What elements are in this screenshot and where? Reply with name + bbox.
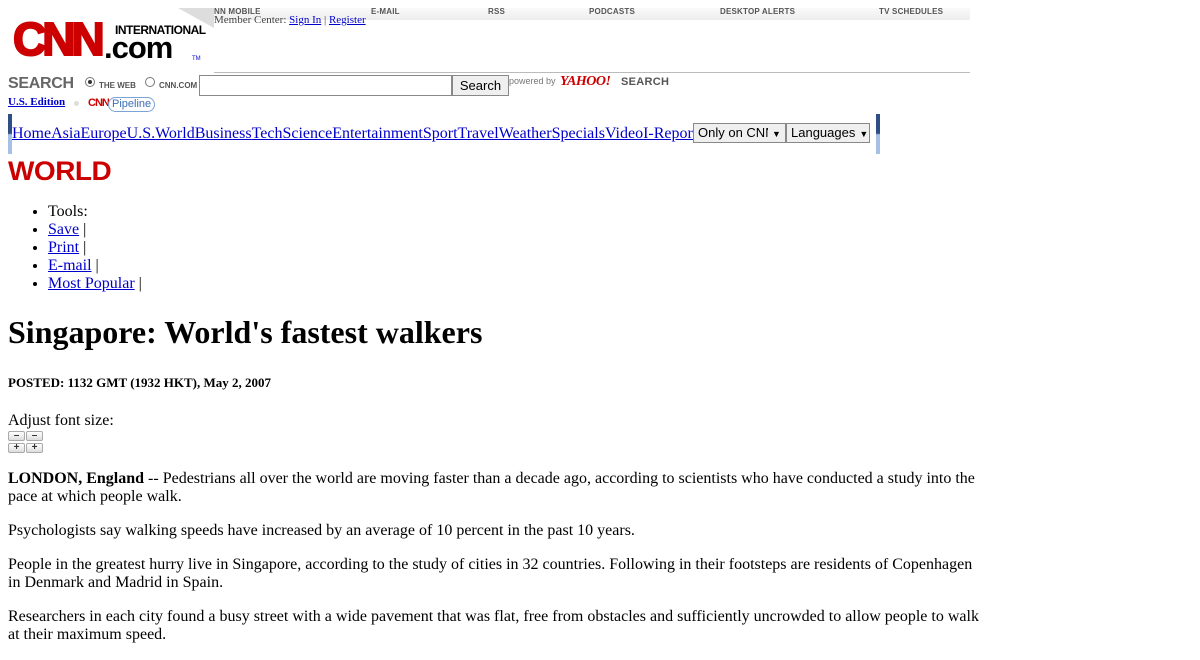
search-input[interactable] <box>199 75 452 96</box>
logo-cnn-wordmark: CNN <box>12 13 106 65</box>
article-paragraph: Psychologists say walking speeds have in… <box>8 522 635 539</box>
nav-links: HomeAsiaEuropeU.S.WorldBusinessTechScien… <box>12 125 704 143</box>
article-paragraph: People in the greatest hurry live in Sin… <box>8 556 973 591</box>
languages-select[interactable]: Languages ▼ <box>786 123 870 143</box>
pipeline-label: Pipeline <box>108 97 156 112</box>
header-corner-decoration <box>178 8 214 28</box>
font-increase-small-button[interactable]: + <box>26 443 43 453</box>
only-on-cnn-select[interactable]: Only on CNN ▼ <box>693 123 786 143</box>
powered-by-text: powered by <box>509 76 556 86</box>
logo-trademark: TM <box>192 56 201 62</box>
article-dateline: LONDON, England <box>8 470 145 487</box>
header-divider <box>214 72 970 73</box>
posted-timestamp: POSTED: 1132 GMT (1932 HKT), May 2, 2007 <box>8 375 272 390</box>
section-title: WORLD <box>8 156 112 186</box>
tools-item: E-mail | <box>48 257 142 275</box>
utility-link-desktop-alerts[interactable]: DESKTOP ALERTS <box>720 7 795 16</box>
save-link[interactable]: Save <box>48 221 79 238</box>
search-bar: SEARCH THE WEB CNN.COM Search powered by… <box>8 74 708 96</box>
tools-item: Save | <box>48 221 142 239</box>
utility-link-rss[interactable]: RSS <box>488 7 505 16</box>
tools-separator: | <box>83 239 87 256</box>
nav-right-cap <box>876 114 880 154</box>
tools-label-item: Tools: <box>48 203 142 221</box>
print-link[interactable]: Print <box>48 239 79 256</box>
nav-asia[interactable]: Asia <box>51 125 80 142</box>
search-label: SEARCH <box>8 75 74 92</box>
minus-icon: – <box>31 430 38 441</box>
chevron-down-icon: ▼ <box>859 129 869 139</box>
tools-separator: | <box>83 221 87 238</box>
nav-entertainment[interactable]: Entertainment <box>332 125 423 142</box>
languages-label: Languages <box>791 125 856 140</box>
email-link[interactable]: E-mail <box>48 257 92 274</box>
search-web-radio[interactable] <box>85 77 95 87</box>
utility-link-podcasts[interactable]: PODCASTS <box>589 7 635 16</box>
article-paragraph: Researchers in each city found a busy st… <box>8 608 979 643</box>
us-edition-link[interactable]: U.S. Edition <box>8 96 65 108</box>
nav-home[interactable]: Home <box>12 125 51 142</box>
nav-world[interactable]: World <box>155 125 195 142</box>
tools-label: Tools: <box>48 203 88 220</box>
nav-science[interactable]: Science <box>282 125 332 142</box>
site-header: CNN MOBILE E-MAIL RSS PODCASTS DESKTOP A… <box>8 7 970 73</box>
yahoo-logo: YAHOO! <box>560 74 611 89</box>
utility-link-email[interactable]: E-MAIL <box>371 7 400 16</box>
tools-item: Print | <box>48 239 142 257</box>
nav-europe[interactable]: Europe <box>80 125 126 142</box>
tools-separator: | <box>138 275 142 292</box>
sign-in-link[interactable]: Sign In <box>289 14 321 26</box>
member-center-label: Member Center: <box>214 14 287 26</box>
utility-link-tv-schedules[interactable]: TV SCHEDULES <box>879 7 943 16</box>
search-cnn-label: CNN.COM <box>159 81 198 90</box>
article-headline: Singapore: World's fastest walkers <box>8 314 483 350</box>
font-decrease-small-button[interactable]: – <box>8 431 25 441</box>
nav-us[interactable]: U.S. <box>127 125 155 142</box>
only-on-cnn-label: Only on CNN <box>698 125 768 140</box>
article-body: LONDON, England -- Pedestrians all over … <box>8 470 983 660</box>
chevron-down-icon: ▼ <box>772 129 781 139</box>
adjust-font-label: Adjust font size: <box>8 412 114 429</box>
pipeline-cnn-logo: CNN <box>88 97 110 109</box>
edition-separator-dot <box>74 101 79 106</box>
nav-business[interactable]: Business <box>195 125 252 142</box>
register-link[interactable]: Register <box>329 14 366 26</box>
search-button[interactable]: Search <box>452 75 509 96</box>
search-cnn-radio[interactable] <box>145 77 155 87</box>
plus-icon: + <box>31 442 38 453</box>
most-popular-link[interactable]: Most Popular <box>48 275 135 292</box>
plus-icon: + <box>13 442 20 453</box>
member-center: Member Center: Sign In | Register <box>214 14 366 26</box>
yahoo-search-text: SEARCH <box>621 76 670 88</box>
nav-tech[interactable]: Tech <box>252 125 283 142</box>
main-navigation: HomeAsiaEuropeU.S.WorldBusinessTechScien… <box>8 114 880 154</box>
article-paragraph: LONDON, England -- Pedestrians all over … <box>8 470 983 506</box>
font-increase-button[interactable]: + <box>8 443 25 453</box>
tools-separator: | <box>95 257 99 274</box>
font-decrease-button[interactable]: – <box>26 431 43 441</box>
tools-item: Most Popular | <box>48 275 142 293</box>
nav-sport[interactable]: Sport <box>423 125 458 142</box>
nav-travel[interactable]: Travel <box>458 125 499 142</box>
nav-specials[interactable]: Specials <box>552 125 605 142</box>
minus-icon: – <box>13 430 20 441</box>
member-separator: | <box>324 14 327 26</box>
nav-video[interactable]: Video <box>605 125 643 142</box>
article-paragraph-text: -- Pedestrians all over the world are mo… <box>8 470 975 505</box>
article-tools: Tools: Save | Print | E-mail | Most Popu… <box>48 203 142 293</box>
edition-row: U.S. Edition CNN Pipeline <box>8 96 308 114</box>
nav-weather[interactable]: Weather <box>499 125 552 142</box>
logo-dotcom-text: .com <box>104 30 173 65</box>
search-web-label: THE WEB <box>99 81 136 90</box>
